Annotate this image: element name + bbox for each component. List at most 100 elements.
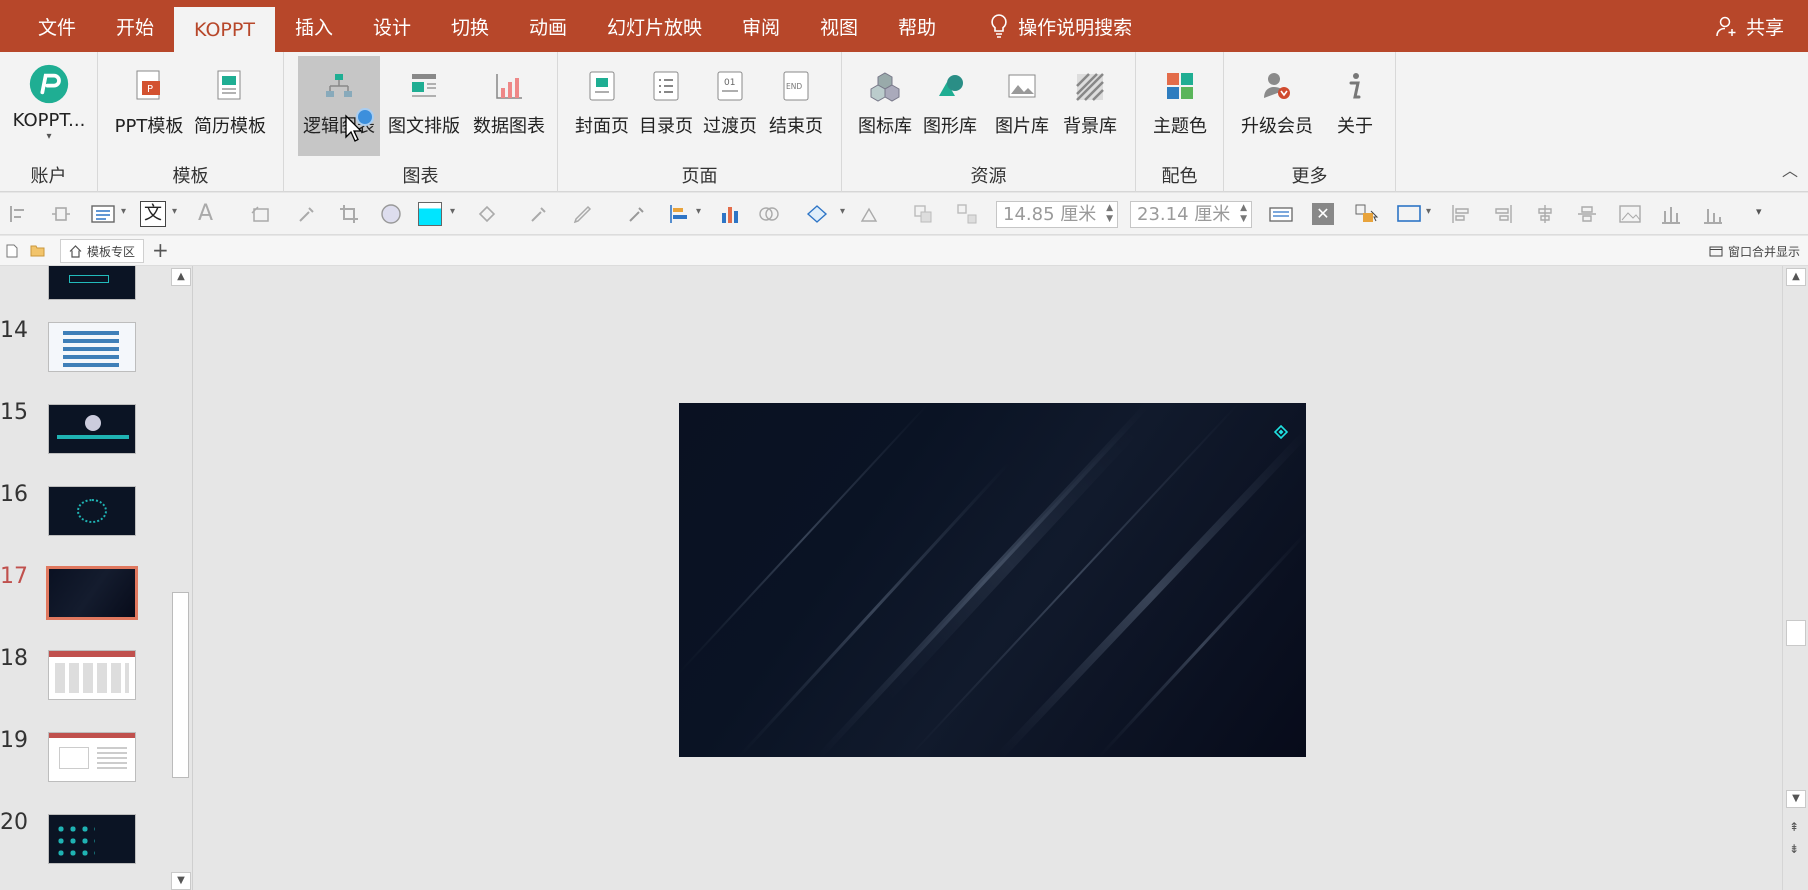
eyedropper-icon[interactable]	[626, 203, 648, 225]
new-file-icon[interactable]	[6, 244, 18, 258]
slide-thumbnail-18[interactable]	[48, 650, 136, 700]
tell-me-search[interactable]: 操作说明搜索	[970, 0, 1152, 52]
shape-width-input[interactable]: 23.14 厘米 ▲ ▼	[1130, 201, 1252, 228]
image-text-layout-button[interactable]: 图文排版	[384, 56, 464, 156]
chevron-down-icon[interactable]: ▾	[121, 206, 126, 217]
group-objects-icon[interactable]	[912, 203, 934, 225]
canvas-scrollbar[interactable]: ▲ ▼ ⇞ ⇟	[1782, 266, 1808, 890]
chevron-down-icon[interactable]: ▾	[696, 206, 701, 217]
shape-library-button[interactable]: 图形库	[918, 56, 982, 156]
align-right-edge-icon[interactable]	[1492, 203, 1514, 225]
spinner-arrows-icon[interactable]: ▲ ▼	[1106, 203, 1113, 225]
distribute-icon[interactable]	[50, 203, 72, 225]
tab-review[interactable]: 审阅	[722, 0, 800, 52]
chevron-down-icon[interactable]: ▾	[172, 206, 177, 217]
end-page-button[interactable]: END 结束页	[764, 56, 828, 156]
eyedropper-icon[interactable]	[296, 203, 318, 225]
slide-thumbnail-15[interactable]	[48, 404, 136, 454]
chevron-down-icon[interactable]: ▾	[840, 206, 845, 217]
logic-chart-button[interactable]: 逻辑图表	[298, 56, 380, 156]
scroll-up-icon[interactable]: ▲	[171, 268, 191, 286]
tab-view[interactable]: 视图	[800, 0, 878, 52]
image-library-button[interactable]: 图片库	[990, 56, 1054, 156]
align-objects-icon[interactable]	[668, 203, 690, 225]
slide-thumbnail-14[interactable]	[48, 322, 136, 372]
slide-thumbnail-20[interactable]	[48, 814, 136, 864]
shape-fill-icon[interactable]	[380, 203, 402, 225]
merge-windows-toggle[interactable]: 窗口合并显示	[1709, 243, 1800, 260]
slide-panel-scrollbar[interactable]: ▲ ▼	[169, 266, 193, 890]
previous-slide-icon[interactable]: ⇞	[1789, 820, 1799, 834]
collapse-ribbon-chevron-icon[interactable]: ︿	[1782, 157, 1798, 181]
icon-library-button[interactable]: 图标库	[854, 56, 916, 156]
ungroup-objects-icon[interactable]	[956, 203, 978, 225]
scrollbar-thumb[interactable]	[1786, 620, 1806, 646]
next-slide-icon[interactable]: ⇟	[1789, 842, 1799, 856]
textbox-icon[interactable]	[90, 203, 116, 225]
scroll-down-icon[interactable]: ▼	[1786, 790, 1806, 808]
chart-icon[interactable]	[720, 203, 742, 225]
image-icon	[1008, 74, 1036, 98]
toolbar-overflow-icon[interactable]: ▾	[1756, 205, 1762, 218]
tab-template-zone[interactable]: 模板专区	[60, 239, 145, 263]
bar-down-icon[interactable]	[1702, 203, 1724, 225]
shape-height-input[interactable]: 14.85 厘米 ▲ ▼	[996, 201, 1118, 228]
slide-thumbnail-16[interactable]	[48, 486, 136, 536]
align-left-edge-icon[interactable]	[1450, 203, 1472, 225]
theme-color-button[interactable]: 主题色	[1148, 56, 1212, 156]
add-tab-icon[interactable]: +	[152, 238, 169, 262]
crop-icon[interactable]	[338, 203, 360, 225]
edit-shape-icon[interactable]	[806, 203, 832, 225]
data-chart-button[interactable]: 数据图表	[466, 56, 552, 156]
transition-page-button[interactable]: 01 过渡页	[700, 56, 760, 156]
chevron-down-icon[interactable]: ▾	[1426, 206, 1431, 217]
home-icon	[69, 244, 82, 258]
scrollbar-thumb[interactable]	[172, 592, 189, 778]
close-box-icon[interactable]: ✕	[1312, 203, 1334, 225]
slide-thumbnail-13[interactable]	[48, 266, 136, 300]
tab-slideshow[interactable]: 幻灯片放映	[587, 0, 722, 52]
tab-insert[interactable]: 插入	[275, 0, 353, 52]
chart-columns-icon[interactable]	[1660, 203, 1682, 225]
picture-tools-icon[interactable]	[1618, 203, 1644, 225]
tab-animations[interactable]: 动画	[509, 0, 587, 52]
about-button[interactable]: 关于	[1328, 56, 1382, 156]
paint-bucket-icon[interactable]	[476, 203, 498, 225]
screen-icon[interactable]	[1396, 203, 1422, 225]
ppt-template-button[interactable]: P PPT模板	[114, 56, 184, 156]
image-crop-icon[interactable]	[250, 203, 272, 225]
rotate-icon[interactable]	[858, 203, 880, 225]
pen-icon[interactable]	[572, 203, 594, 225]
share-button[interactable]: 共享	[1716, 0, 1784, 52]
upgrade-member-button[interactable]: 升级会员	[1236, 56, 1318, 156]
current-slide[interactable]	[679, 403, 1306, 757]
align-left-icon[interactable]	[8, 203, 30, 225]
resume-template-button[interactable]: 简历模板	[192, 56, 268, 156]
toc-page-button[interactable]: 目录页	[636, 56, 696, 156]
align-center-icon[interactable]	[1534, 203, 1556, 225]
tab-file[interactable]: 文件	[18, 0, 96, 52]
folder-icon[interactable]	[30, 244, 45, 257]
spinner-arrows-icon[interactable]: ▲ ▼	[1240, 203, 1247, 225]
text-direction-icon[interactable]: 文	[140, 201, 166, 227]
select-pointer-icon[interactable]	[1354, 203, 1380, 225]
tab-transitions[interactable]: 切换	[431, 0, 509, 52]
scroll-down-icon[interactable]: ▼	[171, 872, 191, 890]
cover-page-button[interactable]: 封面页	[572, 56, 632, 156]
slide-thumbnail-17-selected[interactable]	[46, 566, 138, 620]
slide-thumbnail-19[interactable]	[48, 732, 136, 782]
tab-design[interactable]: 设计	[353, 0, 431, 52]
merge-shapes-icon[interactable]	[758, 203, 780, 225]
eyedropper-icon[interactable]	[528, 203, 550, 225]
font-icon[interactable]: A	[198, 203, 220, 225]
scroll-up-icon[interactable]: ▲	[1786, 268, 1806, 286]
tab-home[interactable]: 开始	[96, 0, 174, 52]
background-library-button[interactable]: 背景库	[1056, 56, 1124, 156]
keyboard-icon[interactable]	[1268, 203, 1294, 225]
align-middle-icon[interactable]	[1576, 203, 1598, 225]
koppt-account-button[interactable]: KOPPT... ▾	[6, 56, 92, 156]
tab-help[interactable]: 帮助	[878, 0, 956, 52]
tab-koppt[interactable]: KOPPT	[174, 7, 275, 52]
fill-color-icon[interactable]	[418, 202, 442, 226]
chevron-down-icon[interactable]: ▾	[450, 206, 455, 217]
